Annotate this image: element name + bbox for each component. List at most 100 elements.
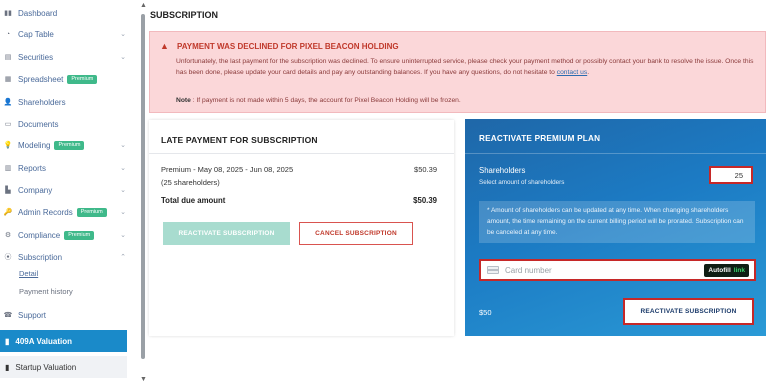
divider	[465, 153, 766, 154]
reactivate-subscription-button[interactable]: REACTIVATE SUBSCRIPTION	[623, 298, 754, 325]
sidebar-item-support[interactable]: ☎ Support	[0, 307, 132, 323]
documents-icon: ▭	[4, 121, 12, 128]
chevron-down-icon: ⌄	[120, 142, 126, 149]
sidebar-item-modeling[interactable]: 💡 Modeling Premium ⌄	[0, 137, 132, 153]
scroll-up-arrow-icon[interactable]: ▲	[140, 2, 147, 9]
sidebar-item-label: Securities	[18, 52, 54, 62]
premium-badge: Premium	[54, 140, 85, 150]
autofill-text: Autofill	[708, 267, 731, 274]
shareholders-sublabel: Select amount of shareholders	[479, 179, 565, 186]
sidebar-item-spreadsheet[interactable]: ▦ Spreadsheet Premium	[0, 71, 132, 87]
late-payment-title: LATE PAYMENT FOR SUBSCRIPTION	[161, 135, 318, 145]
note-text: : If payment is not made within 5 days, …	[190, 97, 461, 104]
premium-badge: Premium	[76, 207, 107, 217]
sidebar-item-admin-records[interactable]: 🔑 Admin Records Premium ⌄	[0, 204, 132, 220]
sidebar-item-label: Support	[18, 310, 47, 320]
card-number-placeholder: Card number	[505, 265, 552, 275]
sidebar-startup-valuation[interactable]: ▮ Startup Valuation	[0, 356, 127, 378]
payment-declined-alert: ▲ PAYMENT WAS DECLINED FOR PIXEL BEACON …	[149, 31, 766, 113]
alert-note: Note : If payment is not made within 5 d…	[176, 97, 461, 104]
reactivate-subscription-button-disabled[interactable]: REACTIVATE SUBSCRIPTION	[163, 222, 290, 245]
page-title: SUBSCRIPTION	[150, 10, 219, 20]
sidebar-item-label: Reports	[18, 163, 47, 173]
sidebar-item-securities[interactable]: ▤ Securities ⌄	[0, 49, 132, 65]
total-due-label: Total due amount	[161, 196, 226, 205]
credit-card-icon	[487, 266, 499, 274]
sidebar-subitem-detail[interactable]: Detail	[19, 269, 38, 278]
sidebar-item-subscription[interactable]: ⦿ Subscription ⌃	[0, 249, 132, 265]
alert-title: ▲ PAYMENT WAS DECLINED FOR PIXEL BEACON …	[160, 41, 399, 51]
sidebar-item-label: Cap Table	[18, 29, 54, 39]
sidebar-item-label: Dashboard	[18, 8, 58, 18]
support-icon: ☎	[3, 312, 13, 319]
divider	[149, 153, 454, 154]
alert-body: Unfortunately, the last payment for the …	[176, 56, 761, 78]
sidebar-item-label: Company	[18, 185, 53, 195]
chevron-down-icon: ⌄	[120, 232, 126, 239]
total-due-value: $50.39	[413, 196, 437, 205]
document-icon: ▮	[5, 336, 10, 346]
compliance-icon: ⚙	[4, 232, 12, 239]
reports-icon: ▥	[4, 165, 12, 172]
sidebar-item-documents[interactable]: ▭ Documents	[0, 116, 132, 132]
note-label: Note	[176, 97, 191, 104]
document-icon: ▮	[5, 362, 10, 372]
chevron-down-icon: ⌄	[120, 31, 126, 38]
late-payment-card: LATE PAYMENT FOR SUBSCRIPTION Premium - …	[149, 120, 454, 336]
sidebar-item-dashboard[interactable]: ▮▮ Dashboard	[0, 5, 132, 21]
spreadsheet-icon: ▦	[4, 76, 12, 83]
sidebar-item-label: Modeling	[18, 140, 51, 150]
sidebar-item-label: Compliance	[18, 230, 61, 240]
alert-title-text: PAYMENT WAS DECLINED FOR PIXEL BEACON HO…	[177, 41, 399, 51]
securities-icon: ▤	[4, 54, 12, 61]
admin-records-icon: 🔑	[3, 209, 13, 216]
cancel-subscription-button[interactable]: CANCEL SUBSCRIPTION	[299, 222, 413, 245]
premium-badge: Premium	[64, 230, 95, 240]
sidebar-item-label: 409A Valuation	[15, 336, 73, 346]
sidebar-item-company[interactable]: ▙ Company ⌄	[0, 182, 132, 198]
sidebar-item-compliance[interactable]: ⚙ Compliance Premium ⌄	[0, 227, 132, 243]
premium-plan-title: REACTIVATE PREMIUM PLAN	[479, 134, 601, 143]
billing-shareholders: (25 shareholders)	[161, 178, 220, 187]
subscription-icon: ⦿	[4, 254, 12, 261]
sidebar-item-label: Admin Records	[18, 207, 73, 217]
chevron-down-icon: ⌄	[120, 165, 126, 172]
shareholders-input[interactable]: 25	[709, 166, 753, 184]
proration-info: * Amount of shareholders can be updated …	[479, 201, 755, 243]
scroll-down-arrow-icon[interactable]: ▼	[140, 376, 147, 383]
alert-body-text: Unfortunately, the last payment for the …	[176, 58, 754, 76]
chevron-up-icon: ⌃	[120, 254, 126, 261]
billing-amount: $50.39	[414, 165, 437, 174]
sidebar-item-cap-table[interactable]: ◔ Cap Table ⌄	[0, 26, 132, 42]
autofill-link-button[interactable]: Autofill link	[704, 264, 749, 277]
link-text: link	[733, 267, 745, 274]
contact-us-link[interactable]: contact us	[557, 69, 587, 76]
billing-period: Premium - May 08, 2025 - Jun 08, 2025	[161, 165, 294, 174]
card-number-field[interactable]: Card number Autofill link	[479, 259, 756, 281]
sidebar-item-label: Spreadsheet	[18, 74, 64, 84]
sidebar-item-label: Documents	[18, 119, 59, 129]
sidebar-item-label: Subscription	[18, 252, 63, 262]
chevron-down-icon: ⌄	[120, 209, 126, 216]
sidebar-item-label: Startup Valuation	[15, 362, 77, 372]
sidebar-item-shareholders[interactable]: 👤 Shareholders	[0, 94, 132, 110]
chevron-down-icon: ⌄	[120, 54, 126, 61]
user-icon: 👤	[3, 99, 13, 106]
sidebar-item-reports[interactable]: ▥ Reports ⌄	[0, 160, 132, 176]
chevron-down-icon: ⌄	[120, 187, 126, 194]
reactivate-premium-card: REACTIVATE PREMIUM PLAN Shareholders Sel…	[465, 119, 766, 336]
sidebar-subitem-payment-history[interactable]: Payment history	[19, 287, 73, 296]
sidebar-scrollbar[interactable]: ▲ ▼	[140, 0, 147, 386]
shareholders-label: Shareholders	[479, 166, 526, 175]
warning-icon: ▲	[160, 41, 169, 51]
cap-table-icon: ◔	[5, 30, 11, 38]
alert-body-end: .	[587, 69, 590, 76]
sidebar-item-label: Shareholders	[18, 97, 66, 107]
sidebar: ▮▮ Dashboard ◔ Cap Table ⌄ ▤ Securities …	[0, 0, 138, 386]
scroll-thumb[interactable]	[141, 14, 145, 359]
plan-price: $50	[479, 308, 492, 317]
sidebar-409a-valuation[interactable]: ▮ 409A Valuation	[0, 330, 127, 352]
dashboard-icon: ▮▮	[4, 10, 12, 17]
company-icon: ▙	[5, 187, 11, 194]
modeling-icon: 💡	[3, 142, 13, 149]
